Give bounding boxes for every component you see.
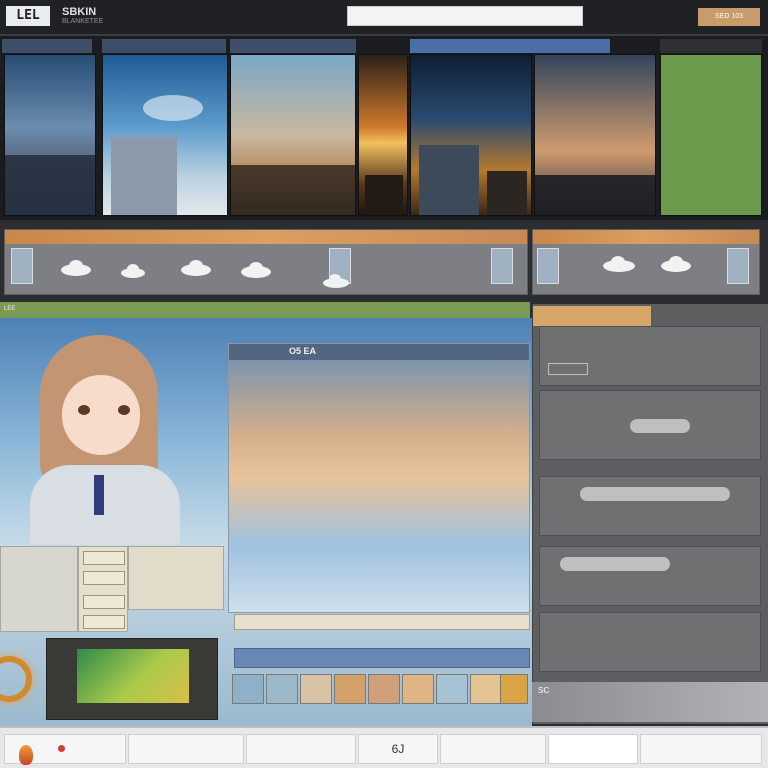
tower-building (487, 171, 527, 215)
sidebar-card[interactable] (539, 612, 761, 672)
cloud-icon (61, 260, 91, 276)
weather-tile[interactable] (491, 248, 513, 284)
tower-silhouette (365, 175, 403, 215)
city-image-panel[interactable] (4, 54, 96, 216)
thumbnail[interactable] (368, 674, 400, 704)
sunset-image-panel[interactable] (358, 54, 408, 216)
app-subtitle: BLANKETEE (62, 18, 104, 25)
weather-bar-left[interactable] (4, 229, 528, 295)
dusk-city-image-panel[interactable] (534, 54, 656, 216)
city-skyline (535, 175, 655, 215)
mini-button[interactable] (83, 571, 125, 585)
bottom-blank-cell[interactable] (548, 734, 638, 764)
settings-card-wide[interactable] (128, 546, 224, 610)
image-strip (0, 36, 768, 220)
center-preview-panel[interactable]: O5 EA (228, 343, 530, 613)
workspace-header: LEE (0, 302, 530, 318)
weather-tile[interactable] (11, 248, 33, 284)
cloud-shape (580, 487, 730, 501)
cloud-shape (143, 95, 203, 121)
thumbnail-row (228, 674, 530, 704)
app-logo[interactable]: LEL (6, 6, 50, 26)
bottom-box-cell[interactable] (640, 734, 762, 764)
strip-header-3[interactable] (230, 39, 356, 53)
weather-bar-header (5, 230, 527, 244)
caption-input[interactable] (234, 614, 530, 630)
thumbnail[interactable] (300, 674, 332, 704)
bottom-app-cell[interactable] (4, 734, 126, 765)
bottom-ratio-cell[interactable]: 6J (358, 734, 438, 764)
settings-card[interactable] (0, 546, 78, 632)
sidebar-tab[interactable] (533, 306, 651, 326)
thumbnail[interactable] (436, 674, 468, 704)
green-info-panel[interactable] (660, 54, 762, 216)
green-preview-image (77, 649, 189, 703)
workspace-label-1[interactable]: LEE (4, 306, 15, 312)
bottom-toolbar: 6J (0, 726, 768, 768)
bottom-dash-cell[interactable] (128, 734, 244, 764)
weather-bar-right[interactable] (532, 229, 760, 295)
thumbnail[interactable] (266, 674, 298, 704)
status-dot-icon (58, 744, 65, 752)
avatar-eye (78, 405, 90, 415)
cloud-shape (630, 419, 690, 433)
thumbnail[interactable] (402, 674, 434, 704)
bottom-label-cell[interactable] (246, 734, 356, 764)
cloud-icon (181, 260, 211, 276)
top-bar: LEL SBKIN BLANKETEE SED 103 (0, 0, 768, 36)
avatar-face (62, 375, 140, 455)
flame-icon (19, 745, 33, 765)
sidebar-footer[interactable]: SC (532, 682, 768, 722)
sidebar-card[interactable] (539, 546, 761, 606)
anime-character-avatar (30, 335, 180, 545)
weather-tile[interactable] (727, 248, 749, 284)
search-input[interactable] (347, 6, 583, 26)
city-skyline (231, 165, 355, 215)
thumbnail[interactable] (470, 674, 502, 704)
skyscraper-image-panel[interactable] (102, 54, 228, 216)
cloud-icon (121, 264, 151, 280)
avatar-eye (118, 405, 130, 415)
haze-city-image-panel[interactable] (230, 54, 356, 216)
thumbnail[interactable] (232, 674, 264, 704)
settings-card-buttons (78, 546, 128, 632)
blue-action-bar[interactable] (234, 648, 530, 668)
mini-button[interactable] (83, 595, 125, 609)
strip-header-4[interactable] (410, 39, 610, 53)
sidebar-card-button[interactable] (548, 363, 588, 375)
tower-building (419, 145, 479, 215)
mini-button[interactable] (83, 551, 125, 565)
strip-header-2[interactable] (102, 39, 226, 53)
sidebar-card[interactable] (539, 326, 761, 386)
preview-title: O5 EA (229, 344, 529, 360)
weather-tile[interactable] (537, 248, 559, 284)
sidebar-card[interactable] (539, 476, 761, 536)
thumbnail[interactable] (500, 674, 528, 704)
weather-bar-header (533, 230, 759, 244)
thumbnail[interactable] (334, 674, 366, 704)
cloud-icon (661, 256, 691, 272)
skyscraper-building (111, 137, 177, 215)
mini-button[interactable] (83, 615, 125, 629)
cloud-icon (241, 262, 271, 278)
city-skyline (5, 155, 95, 215)
night-city-image-panel[interactable] (410, 54, 532, 216)
app-title: SBKIN (62, 6, 97, 18)
avatar-body (30, 465, 180, 545)
top-action-button[interactable]: SED 103 (698, 8, 760, 26)
right-sidebar (532, 304, 768, 724)
avatar-tie (94, 475, 104, 515)
app-window: LEL SBKIN BLANKETEE SED 103 LEE O5 EA SC… (0, 0, 768, 768)
cloud-shape (560, 557, 670, 571)
preview-thumbnail-card[interactable] (46, 638, 218, 720)
strip-header-5 (660, 39, 762, 53)
bottom-chat-cell[interactable] (440, 734, 546, 764)
cloud-icon (323, 274, 353, 290)
cloud-icon (603, 256, 635, 272)
sidebar-card[interactable] (539, 390, 761, 460)
strip-header-1[interactable] (2, 39, 92, 53)
